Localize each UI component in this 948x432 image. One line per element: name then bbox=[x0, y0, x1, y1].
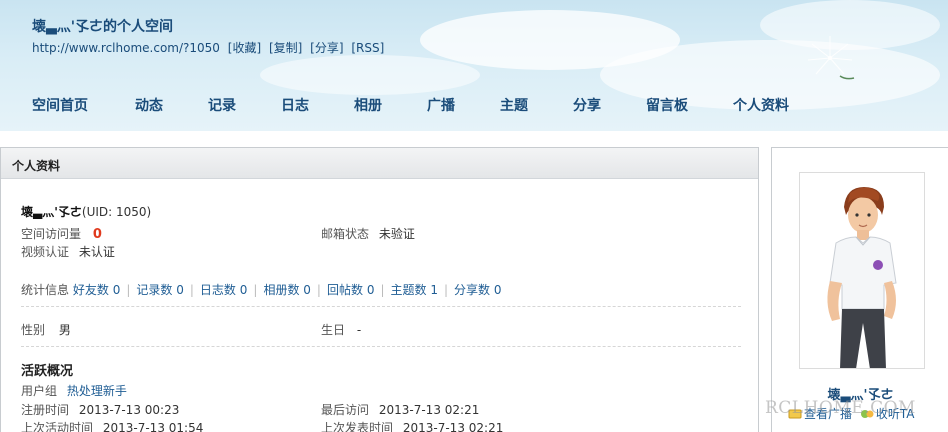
dandelion-icon bbox=[807, 36, 855, 80]
divider bbox=[21, 306, 741, 307]
stat-records-label: 记录数 bbox=[136, 283, 173, 297]
stat-albums-value: 0 bbox=[303, 283, 311, 297]
register-time-row: 注册时间 2013-7-13 00:23 bbox=[21, 401, 179, 418]
video-auth-value: 未认证 bbox=[78, 245, 115, 259]
nav-share[interactable]: 分享 bbox=[573, 95, 601, 115]
email-status-row: 邮箱状态 未验证 bbox=[321, 225, 415, 242]
register-time-value: 2013-7-13 00:23 bbox=[78, 403, 180, 417]
last-active-label: 上次活动时间 bbox=[21, 421, 94, 432]
space-nav: 空间首页 动态 记录 日志 相册 广播 主题 分享 留言板 个人资料 bbox=[0, 95, 948, 115]
nav-space-home[interactable]: 空间首页 bbox=[32, 95, 88, 115]
stat-friends-value: 0 bbox=[112, 283, 121, 297]
rss-link[interactable]: [RSS] bbox=[351, 41, 384, 55]
profile-sidebar: 壊▃灬'孓ㄜ 查看广播 收听TA bbox=[771, 147, 948, 432]
profile-panel: 个人资料 壊▃灬'孓ㄜ(UID: 1050) 空间访问量 0 邮箱状态 未验证 … bbox=[0, 147, 759, 432]
nav-feed[interactable]: 动态 bbox=[135, 95, 163, 115]
usergroup-row: 用户组 热处理新手 bbox=[21, 382, 127, 399]
nav-blog[interactable]: 日志 bbox=[281, 95, 309, 115]
copy-link[interactable]: [复制] bbox=[269, 41, 302, 55]
stat-replies[interactable]: 回帖数 0 bbox=[327, 283, 374, 297]
space-title: 壊▃灬'孓ㄜ的个人空间 bbox=[32, 19, 174, 35]
usergroup-label: 用户组 bbox=[21, 384, 58, 398]
birthday-label: 生日 bbox=[321, 323, 346, 337]
stat-replies-label: 回帖数 bbox=[326, 283, 363, 297]
stats-label: 统计信息 bbox=[21, 283, 70, 297]
panel-title: 个人资料 bbox=[1, 148, 758, 179]
stat-friends[interactable]: 好友数 0 bbox=[73, 283, 120, 297]
nav-album[interactable]: 相册 bbox=[354, 95, 382, 115]
avatar-figure-icon bbox=[800, 173, 924, 368]
stat-shares-label: 分享数 bbox=[454, 283, 491, 297]
nav-profile[interactable]: 个人资料 bbox=[733, 95, 789, 115]
stat-records-value: 0 bbox=[176, 283, 184, 297]
stat-blogs-value: 0 bbox=[239, 283, 248, 297]
last-active-row: 上次活动时间 2013-7-13 01:54 bbox=[21, 419, 203, 432]
divider bbox=[21, 346, 741, 347]
stat-threads[interactable]: 主题数 1 bbox=[391, 283, 438, 297]
last-visit-value: 2013-7-13 02:21 bbox=[378, 403, 480, 417]
stat-albums-label: 相册数 bbox=[263, 283, 300, 297]
stats-row: 统计信息 好友数 0 | 记录数 0 | 日志数 0 | 相册数 0 | 回帖数 0 | 主题数 1… bbox=[21, 283, 502, 297]
last-visit-row: 最后访问 2013-7-13 02:21 bbox=[321, 401, 479, 418]
nav-guestbook[interactable]: 留言板 bbox=[646, 95, 688, 115]
stat-threads-value: 1 bbox=[430, 283, 438, 297]
email-status-value: 未验证 bbox=[378, 227, 415, 241]
birthday-value: - bbox=[356, 323, 362, 337]
username: 壊▃灬'孓ㄜ bbox=[21, 205, 82, 219]
stat-albums[interactable]: 相册数 0 bbox=[263, 283, 310, 297]
stat-records[interactable]: 记录数 0 bbox=[136, 283, 183, 297]
cloud-decoration bbox=[260, 55, 480, 95]
visits-row: 空间访问量 0 bbox=[21, 225, 102, 242]
site-watermark: RCLHOME.COM bbox=[765, 398, 916, 418]
stat-replies-value: 0 bbox=[366, 283, 375, 297]
video-auth-row: 视频认证 未认证 bbox=[21, 243, 115, 260]
stat-shares[interactable]: 分享数 0 bbox=[454, 283, 501, 297]
gender-label: 性别 bbox=[21, 323, 46, 337]
usergroup-link[interactable]: 热处理新手 bbox=[67, 384, 127, 398]
stat-blogs-label: 日志数 bbox=[199, 283, 236, 297]
email-status-label: 邮箱状态 bbox=[321, 227, 370, 241]
space-url-bar: http://www.rclhome.com/?1050 [收藏] [复制] [… bbox=[32, 39, 388, 56]
visits-count: 0 bbox=[92, 227, 102, 242]
nav-broadcast[interactable]: 广播 bbox=[427, 95, 455, 115]
share-link[interactable]: [分享] bbox=[310, 41, 343, 55]
birthday-row: 生日 - bbox=[321, 321, 361, 338]
last-post-value: 2013-7-13 02:21 bbox=[402, 421, 504, 432]
last-active-value: 2013-7-13 01:54 bbox=[102, 421, 204, 432]
user-identity: 壊▃灬'孓ㄜ(UID: 1050) bbox=[21, 203, 151, 220]
last-post-row: 上次发表时间 2013-7-13 02:21 bbox=[321, 419, 503, 432]
register-time-label: 注册时间 bbox=[21, 403, 70, 417]
stat-friends-label: 好友数 bbox=[72, 283, 109, 297]
user-uid: (UID: 1050) bbox=[81, 205, 152, 219]
last-post-label: 上次发表时间 bbox=[321, 421, 394, 432]
last-visit-label: 最后访问 bbox=[321, 403, 370, 417]
space-header: 壊▃灬'孓ㄜ的个人空间 http://www.rclhome.com/?1050… bbox=[0, 0, 948, 131]
nav-records[interactable]: 记录 bbox=[208, 95, 236, 115]
gender-row: 性别 男 bbox=[21, 321, 71, 338]
nav-topics[interactable]: 主题 bbox=[500, 95, 528, 115]
space-url[interactable]: http://www.rclhome.com/?1050 bbox=[32, 41, 220, 55]
avatar[interactable] bbox=[799, 172, 925, 369]
activity-title: 活跃概况 bbox=[21, 364, 74, 379]
gender-value: 男 bbox=[58, 323, 71, 337]
stat-threads-label: 主题数 bbox=[390, 283, 427, 297]
stat-blogs[interactable]: 日志数 0 bbox=[200, 283, 247, 297]
favorite-link[interactable]: [收藏] bbox=[228, 41, 261, 55]
visits-label: 空间访问量 bbox=[21, 227, 82, 241]
video-auth-label: 视频认证 bbox=[21, 245, 70, 259]
stat-shares-value: 0 bbox=[493, 283, 502, 297]
